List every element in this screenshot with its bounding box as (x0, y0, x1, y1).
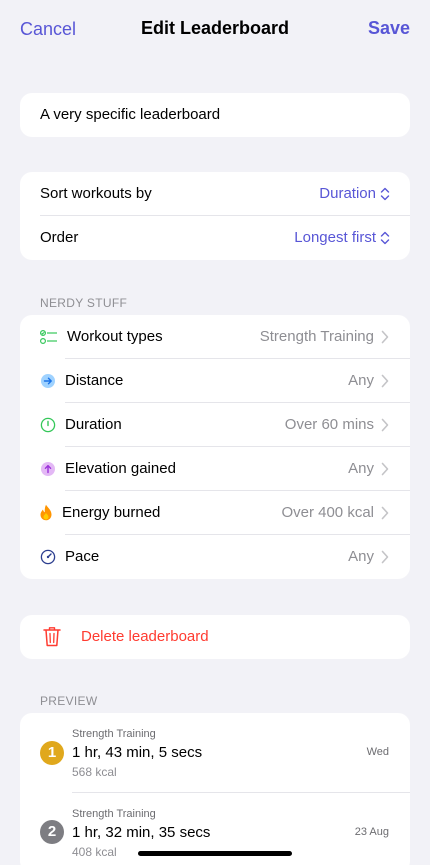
delete-leaderboard-label: Delete leaderboard (81, 628, 209, 645)
leaderboard-entry: 1 Strength Training 1 hr, 43 min, 5 secs… (20, 713, 410, 793)
filter-row-workout-types[interactable]: Workout types Strength Training (20, 315, 410, 359)
trash-icon (43, 627, 61, 647)
chevron-right-icon (381, 506, 389, 520)
filter-label: Workout types (67, 328, 163, 345)
workout-energy: 408 kcal (72, 845, 117, 859)
filter-label: Distance (65, 372, 124, 389)
chevron-up-down-icon (380, 187, 390, 201)
chevron-right-icon (381, 550, 389, 564)
order-label: Order (40, 229, 79, 246)
speedometer-icon (40, 549, 56, 565)
rank-badge-silver: 2 (40, 820, 64, 844)
filter-row-elevation[interactable]: Elevation gained Any (20, 447, 410, 491)
rank-badge-gold: 1 (40, 741, 64, 765)
filter-value: Any (348, 548, 374, 565)
navigation-bar: Cancel Edit Leaderboard Save (0, 0, 430, 60)
workout-date: Wed (366, 746, 389, 758)
home-indicator[interactable] (138, 851, 292, 856)
chevron-right-icon (381, 462, 389, 476)
sort-by-label: Sort workouts by (40, 185, 152, 202)
workout-duration: 1 hr, 32 min, 35 secs (72, 824, 211, 841)
chevron-right-icon (381, 418, 389, 432)
workout-date: 23 Aug (354, 826, 389, 838)
nerdy-stuff-header: NERDY STUFF (40, 296, 128, 310)
edit-leaderboard-sheet: Cancel Edit Leaderboard Save A very spec… (0, 0, 430, 865)
filter-row-distance[interactable]: Distance Any (20, 359, 410, 403)
leaderboard-name-field[interactable]: A very specific leaderboard (20, 93, 410, 137)
workout-energy: 568 kcal (72, 765, 117, 779)
sort-by-value[interactable]: Duration (319, 185, 376, 202)
order-value[interactable]: Longest first (294, 229, 376, 246)
arrow-up-circle-icon (41, 462, 55, 476)
workout-duration: 1 hr, 43 min, 5 secs (72, 744, 203, 761)
delete-leaderboard-button[interactable]: Delete leaderboard (20, 615, 410, 659)
sort-by-row[interactable]: Sort workouts by Duration (20, 172, 410, 216)
filter-label: Energy burned (62, 504, 161, 521)
timer-icon (40, 417, 56, 433)
workout-type: Strength Training (72, 808, 156, 820)
checklist-icon (40, 330, 57, 344)
flame-icon (40, 504, 52, 521)
preview-header: PREVIEW (40, 694, 98, 708)
filter-value: Over 60 mins (284, 416, 374, 433)
filter-value: Over 400 kcal (281, 504, 374, 521)
filter-row-energy[interactable]: Energy burned Over 400 kcal (20, 491, 410, 535)
filter-label: Duration (65, 416, 122, 433)
chevron-right-icon (381, 330, 389, 344)
filters-group: Workout types Strength Training Distance… (20, 315, 410, 579)
filter-value: Strength Training (259, 328, 374, 345)
filter-value: Any (348, 372, 374, 389)
filter-label: Elevation gained (65, 460, 176, 477)
preview-list: 1 Strength Training 1 hr, 43 min, 5 secs… (20, 713, 410, 865)
chevron-up-down-icon (380, 231, 390, 245)
filter-row-duration[interactable]: Duration Over 60 mins (20, 403, 410, 447)
save-button[interactable]: Save (368, 18, 410, 39)
page-title: Edit Leaderboard (140, 18, 290, 38)
filter-label: Pace (65, 548, 100, 565)
filter-value: Any (348, 460, 374, 477)
order-row[interactable]: Order Longest first (20, 216, 410, 260)
chevron-right-icon (381, 374, 389, 388)
filter-row-pace[interactable]: Pace Any (20, 535, 410, 579)
sort-options-group: Sort workouts by Duration Order Longest … (20, 172, 410, 260)
leaderboard-name-value[interactable]: A very specific leaderboard (40, 106, 220, 123)
arrow-right-circle-icon (41, 374, 55, 388)
workout-type: Strength Training (72, 728, 156, 740)
